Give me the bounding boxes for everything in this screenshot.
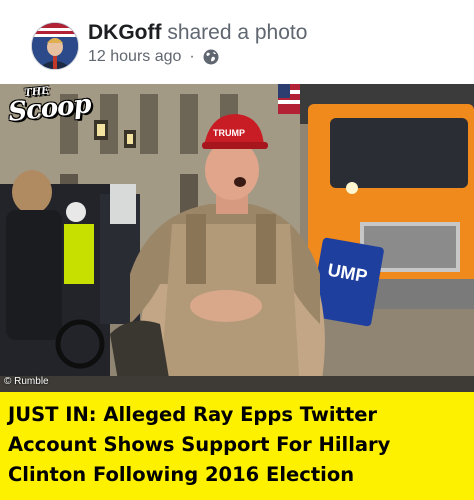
author-name[interactable]: DKGoff bbox=[88, 21, 161, 44]
caption-banner: JUST IN: Alleged Ray Epps Twitter Accoun… bbox=[0, 392, 474, 500]
caption-text: JUST IN: Alleged Ray Epps Twitter Accoun… bbox=[8, 403, 391, 486]
timestamp[interactable]: 12 hours ago bbox=[88, 47, 181, 67]
separator: · bbox=[189, 48, 195, 65]
author-line: DKGoff shared a photo bbox=[88, 20, 307, 46]
action-text: shared a photo bbox=[161, 21, 308, 44]
post-photo[interactable]: UMP TRUMP THE Scoop © Rumble bbox=[0, 84, 474, 392]
rumble-watermark: © Rumble bbox=[4, 376, 49, 387]
globe-icon[interactable] bbox=[203, 49, 219, 65]
post-header: DKGoff shared a photo 12 hours ago · bbox=[0, 0, 474, 84]
photo-scene: UMP TRUMP bbox=[0, 84, 474, 392]
avatar[interactable] bbox=[31, 22, 79, 70]
hat-text: TRUMP bbox=[213, 128, 245, 138]
post-meta: 12 hours ago · bbox=[88, 47, 219, 67]
